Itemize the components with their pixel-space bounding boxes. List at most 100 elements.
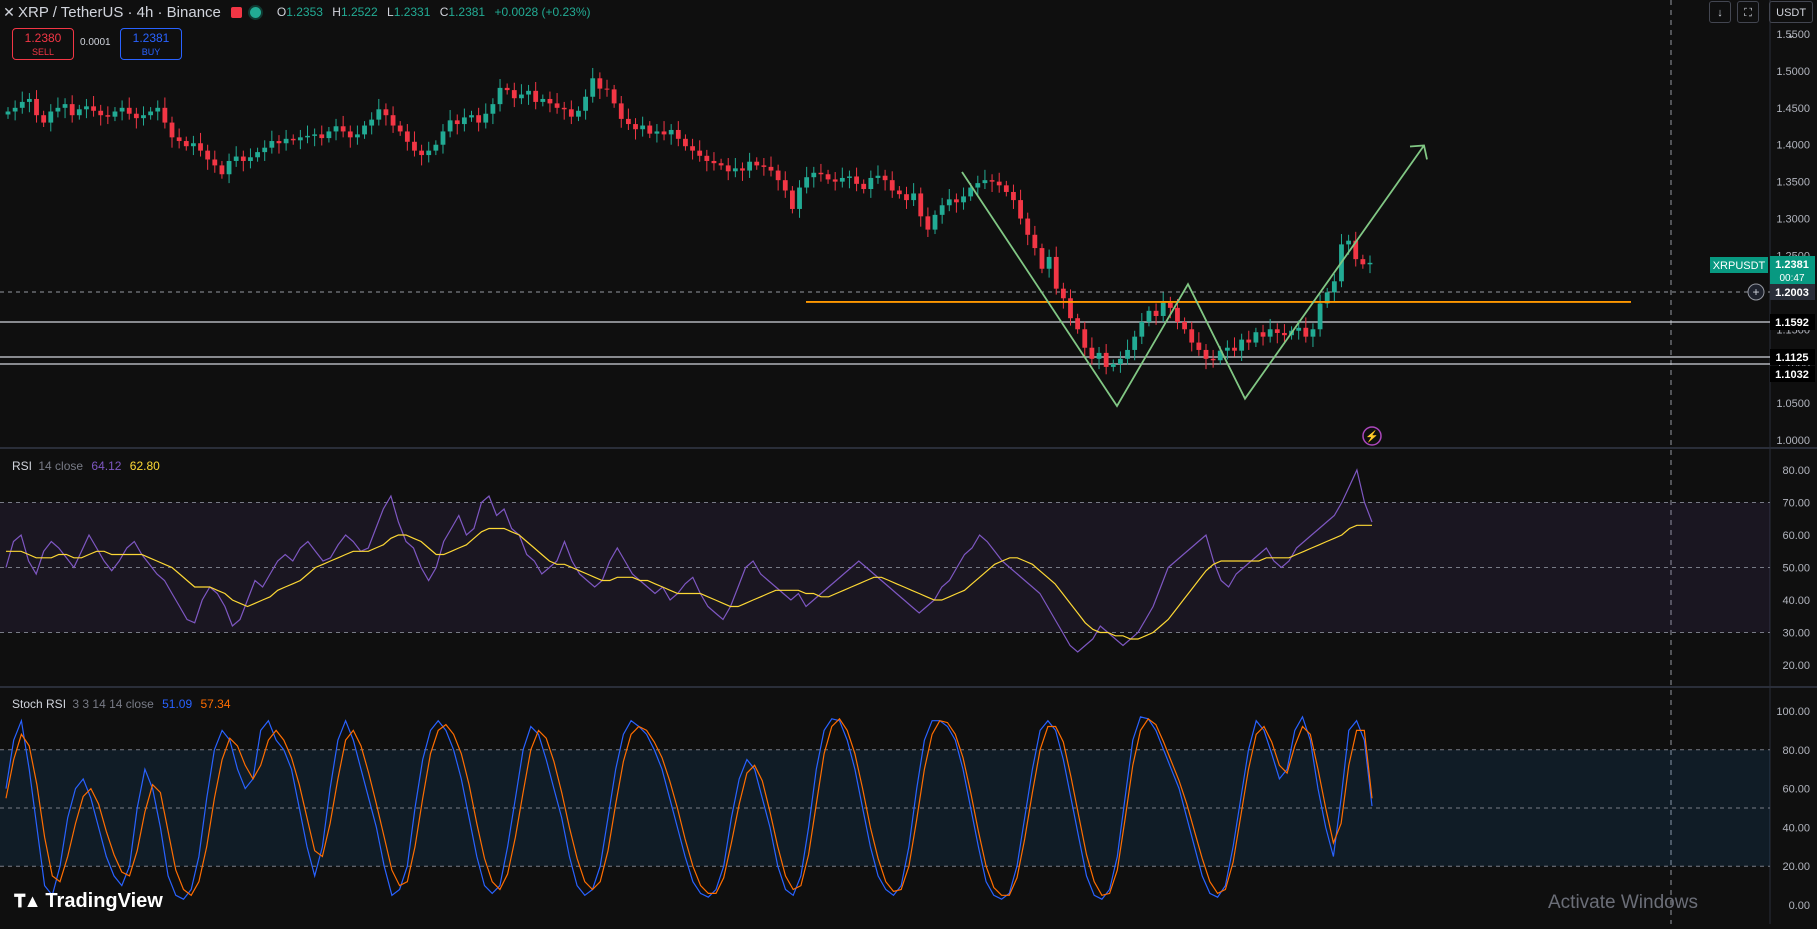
rsi-ma-value: 62.80 xyxy=(129,459,160,473)
sell-button[interactable]: 1.2380 SELL xyxy=(12,28,74,60)
candle-body xyxy=(333,126,339,132)
candle-body xyxy=(426,150,432,156)
chart-canvas: 1.55001.50001.45001.40001.35001.30001.25… xyxy=(0,0,1817,924)
candle-body xyxy=(590,78,596,97)
candle-body xyxy=(554,103,560,108)
candle-body xyxy=(497,87,503,105)
candle-body xyxy=(1103,352,1109,367)
candle-body xyxy=(697,150,703,156)
candle-body xyxy=(347,131,353,138)
candle-body xyxy=(825,174,831,180)
fullscreen-button[interactable]: ⛶ xyxy=(1737,1,1759,23)
candle-body xyxy=(1224,347,1230,351)
currency-select[interactable]: USDT ⌄ xyxy=(1769,1,1813,41)
candle-body xyxy=(283,138,289,144)
candle-body xyxy=(454,120,460,125)
candle-body xyxy=(1189,329,1195,343)
buy-button[interactable]: 1.2381 BUY xyxy=(120,28,182,60)
candle-body xyxy=(946,199,952,206)
candle-body xyxy=(1118,358,1123,364)
candle-body xyxy=(1075,318,1081,330)
candle-body xyxy=(390,115,396,126)
candle-body xyxy=(269,141,275,148)
candle-body xyxy=(362,125,367,135)
candle-body xyxy=(476,115,482,123)
symbol-tag: XRPUSDT xyxy=(1713,260,1766,272)
ohlc-readout: O1.2353 H1.2522 L1.2331 C1.2381 +0.0028 … xyxy=(277,5,591,19)
rsi-tick-label: 20.00 xyxy=(1782,660,1810,672)
candle-body xyxy=(41,115,47,123)
candle-body xyxy=(618,103,624,119)
tradingview-logo[interactable]: 𝐓▲ TradingView xyxy=(14,890,163,913)
candle-body xyxy=(141,115,146,119)
candle-body xyxy=(804,177,810,188)
candle-body xyxy=(683,138,688,147)
candle-body xyxy=(854,176,859,184)
candle-body xyxy=(191,143,196,147)
stoch-legend[interactable]: Stoch RSI 3 3 14 14 close 51.09 57.34 xyxy=(12,697,231,711)
stoch-tick-label: 100.00 xyxy=(1776,706,1810,718)
candle-body xyxy=(668,129,674,135)
tradingview-logo-icon: 𝐓▲ xyxy=(14,891,41,911)
candle-body xyxy=(212,159,218,166)
candle-body xyxy=(583,96,589,111)
candle-body xyxy=(5,111,11,115)
candle-body xyxy=(1110,363,1116,367)
candle-body xyxy=(447,120,453,132)
candle-body xyxy=(832,179,838,182)
candle-body xyxy=(782,180,788,191)
download-button[interactable]: ↓ xyxy=(1709,1,1731,23)
candle-body xyxy=(961,196,966,203)
candle-body xyxy=(718,163,724,166)
candle-body xyxy=(1025,218,1031,235)
candle-body xyxy=(1203,349,1209,359)
change-value: +0.0028 (+0.23%) xyxy=(494,5,591,19)
candle-body xyxy=(1125,349,1130,359)
candle-body xyxy=(1132,336,1138,350)
flag-icon[interactable] xyxy=(230,6,242,18)
candle-body xyxy=(1167,302,1173,308)
candle-body xyxy=(340,126,346,132)
candle-body xyxy=(1210,358,1216,361)
candle-body xyxy=(1032,234,1038,249)
candle-body xyxy=(26,98,32,102)
candle-body xyxy=(1175,307,1180,322)
candle-body xyxy=(112,111,118,117)
candle-body xyxy=(1053,256,1059,289)
candle-body xyxy=(297,137,303,141)
candle-body xyxy=(69,104,75,116)
rsi-tick-label: 30.00 xyxy=(1782,628,1810,640)
candle-body xyxy=(412,141,417,151)
price-tick-label: 1.4000 xyxy=(1776,140,1810,152)
candle-body xyxy=(1146,310,1152,322)
candle-body xyxy=(105,115,111,117)
candle-body xyxy=(383,109,389,116)
candle-body xyxy=(654,131,660,134)
candle-body xyxy=(847,176,852,178)
candle-body xyxy=(740,168,745,171)
candle-body xyxy=(889,180,895,191)
candle-body xyxy=(1253,332,1259,343)
candle-body xyxy=(1232,347,1237,351)
candle-body xyxy=(839,177,845,182)
rsi-legend[interactable]: RSI 14 close 64.12 62.80 xyxy=(12,459,160,473)
candle-body xyxy=(290,138,296,141)
candle-body xyxy=(34,98,39,116)
rsi-tick-label: 70.00 xyxy=(1782,498,1810,510)
candle-body xyxy=(611,89,617,104)
stoch-tick-label: 0.00 xyxy=(1789,900,1810,912)
candle-body xyxy=(205,150,211,160)
candle-body xyxy=(219,165,225,175)
stoch-k-value: 51.09 xyxy=(162,697,193,711)
candle-body xyxy=(761,165,767,167)
candle-body xyxy=(183,141,189,147)
candle-body xyxy=(397,125,403,132)
candle-body xyxy=(547,98,553,104)
sell-label: SELL xyxy=(31,47,55,57)
candle-body xyxy=(469,115,474,118)
price-tick-label: 1.0500 xyxy=(1776,398,1810,410)
close-icon[interactable]: ✕ xyxy=(0,4,18,21)
stoch-params: 3 3 14 14 close xyxy=(72,697,154,711)
candle-body xyxy=(732,168,738,172)
symbol-title[interactable]: XRP / TetherUS · 4h · Binance xyxy=(18,4,221,21)
